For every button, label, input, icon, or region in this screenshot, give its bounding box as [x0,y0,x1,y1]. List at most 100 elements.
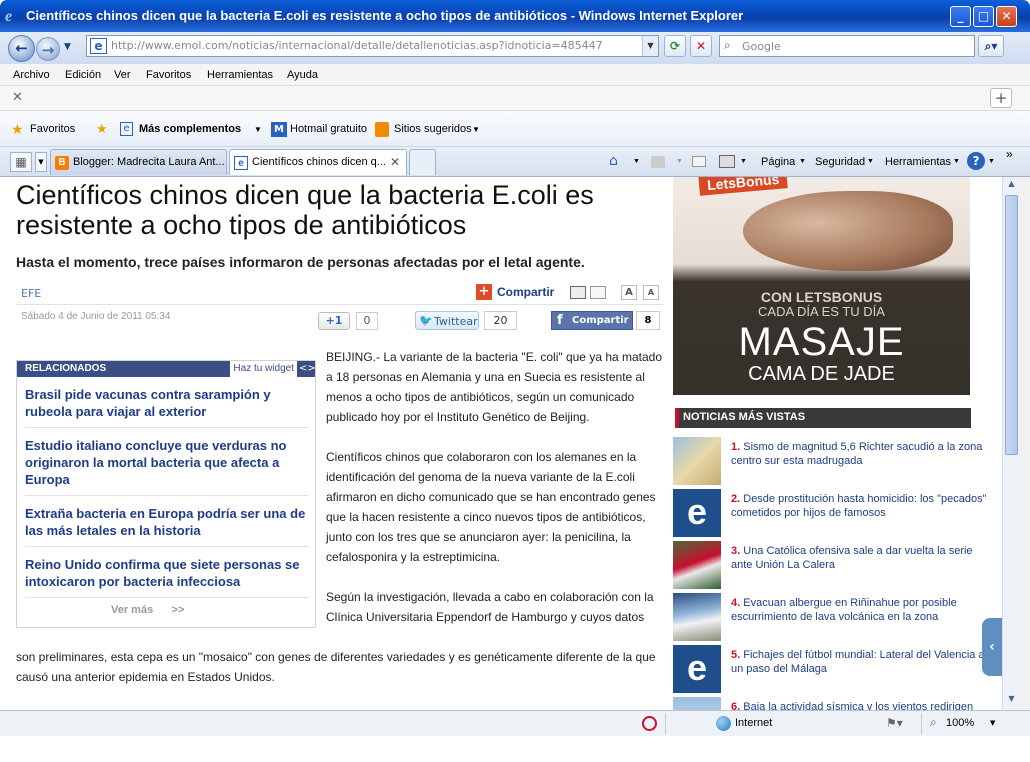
zoom-level[interactable]: 100% [946,717,974,729]
emol-logo-icon: e [673,645,721,693]
paragraph: Según la investigación, llevada a cabo e… [326,590,654,624]
menu-favoritos[interactable]: Favoritos [146,69,191,81]
more-commands-icon[interactable]: » [1006,147,1013,161]
facebook-icon: f [557,313,563,328]
paragraph: BEIJING.- La variante de la bacteria "E.… [326,350,663,424]
related-item[interactable]: Estudio italiano concluye que verduras n… [25,437,309,496]
maximize-button[interactable]: □ [973,6,994,27]
back-button[interactable]: ← [8,35,35,62]
close-toolbar-icon[interactable]: ✕ [12,90,23,105]
news-item[interactable]: 4. Evacuan albergue en Riñinahue por pos… [673,593,993,643]
herramientas-menu[interactable]: Herramientas [885,156,951,168]
recent-pages-dropdown[interactable]: ▼ [64,42,71,52]
search-input[interactable]: Google [742,40,781,53]
tab-active-article[interactable]: e Científicos chinos dicen q... ✕ [229,149,407,175]
news-title: Baja la actividad sísmica y los vientos … [743,701,974,710]
news-rank: 5. [731,649,741,661]
news-item[interactable]: 1. Sismo de magnitud 5,6 Richter sacudió… [673,437,993,487]
search-button[interactable]: ⌕▾ [978,35,1004,57]
address-dropdown[interactable]: ▼ [642,36,658,56]
desktop-area [0,736,1030,762]
news-thumbnail [673,541,721,589]
related-item[interactable]: Reino Unido confirma que siete personas … [25,556,309,598]
refresh-button[interactable]: ⟳ [664,35,686,57]
quick-tabs-icon[interactable]: ▦ [10,152,32,172]
facebook-count: 8 [636,311,660,330]
article-lead: Hasta el momento, trece países informaro… [16,254,585,270]
search-box[interactable]: ⌕ Google [719,35,975,57]
new-tab-button[interactable] [409,149,436,175]
pagina-menu[interactable]: Página [761,156,795,168]
font-increase-icon[interactable]: A [621,285,637,300]
menu-edicion[interactable]: Edición [65,69,101,81]
tab-blogger[interactable]: B Blogger: Madrecita Laura Ant... [50,149,227,175]
add-favorite-icon[interactable]: ★ [96,122,108,137]
side-panel-tab[interactable]: ‹ [982,618,1002,676]
menu-ayuda[interactable]: Ayuda [287,69,318,81]
home-icon[interactable]: ⌂ [609,153,618,169]
mail-icon[interactable] [692,156,706,167]
twitter-count: 20 [484,311,517,330]
news-title: Desde prostitución hasta homicidio: los … [731,493,987,519]
email-icon[interactable] [590,286,606,299]
hotmail-link[interactable]: Hotmail gratuito [290,123,367,135]
menu-archivo[interactable]: Archivo [13,69,50,81]
stop-button[interactable]: ✕ [690,35,712,57]
print-icon[interactable] [570,286,586,299]
ad-line: CAMA DE JADE [748,363,895,385]
news-item[interactable]: e 2. Desde prostitución hasta homicidio:… [673,489,993,539]
security-icon[interactable]: ⚑▾ [886,716,903,730]
menu-herramientas[interactable]: Herramientas [207,69,273,81]
seguridad-menu[interactable]: Seguridad [815,156,865,168]
emol-logo-icon: e [673,489,721,537]
widget-link[interactable]: Haz tu widget [230,361,297,377]
chevron-down-icon[interactable]: ▼ [990,719,995,727]
paragraph: Científicos chinos que colaboraron con l… [326,450,656,564]
news-rank: 1. [731,441,741,453]
mas-complementos-link[interactable]: Más complementos [139,123,241,135]
google-plusone-button[interactable]: +1 [318,312,350,330]
add-icon[interactable]: + [990,88,1012,108]
related-widget: RELACIONADOS Haz tu widget <> Brasil pid… [16,360,316,628]
font-decrease-icon[interactable]: A [643,285,659,300]
related-item[interactable]: Extraña bacteria en Europa podría ser un… [25,505,309,547]
minimize-button[interactable]: _ [950,6,971,27]
ad-brand: LetsBonus [698,177,789,196]
news-item[interactable]: 6. Baja la actividad sísmica y los vient… [673,697,993,710]
print-icon[interactable] [719,155,735,168]
scroll-up-icon[interactable]: ▲ [1005,179,1018,193]
related-item[interactable]: Brasil pide vacunas contra sarampión y r… [25,386,309,428]
forward-button[interactable]: → [36,37,60,61]
tab-list-dropdown[interactable]: ▼ [35,152,47,172]
chevron-down-icon: ▼ [740,158,747,165]
suggested-sites-link[interactable]: Sitios sugeridos [394,123,472,135]
share-plus-icon[interactable]: + [476,284,492,300]
code-icon: <> [299,363,316,374]
twitter-button[interactable]: 🐦 Twittear [415,311,479,330]
news-item[interactable]: 3. Una Católica ofensiva sale a dar vuel… [673,541,993,591]
feeds-icon[interactable] [651,156,665,168]
address-bar[interactable]: e http://www.emol.com/noticias/internaci… [86,35,659,57]
menu-ver[interactable]: Ver [114,69,131,81]
window-frame [1019,177,1030,710]
related-header: RELACIONADOS Haz tu widget <> [17,361,316,377]
help-icon[interactable]: ? [967,152,985,170]
close-tab-icon[interactable]: ✕ [390,155,400,169]
news-item[interactable]: e 5. Fichajes del fútbol mundial: Latera… [673,645,993,695]
news-thumbnail [673,697,721,710]
favorites-button[interactable]: Favoritos [30,123,75,135]
vertical-scrollbar[interactable]: ▲ ▼ [1002,177,1019,710]
close-button[interactable]: ✕ [996,6,1017,27]
advertisement[interactable]: LetsBonus CON LETSBONUS CADA DÍA ES TU D… [673,177,970,395]
facebook-share-button[interactable]: f Compartir [551,311,633,330]
address-input[interactable]: http://www.emol.com/noticias/internacion… [111,39,603,52]
share-link[interactable]: Compartir [497,285,554,299]
paragraph: son preliminares, esta cepa es un "mosai… [16,650,656,684]
see-more-link[interactable]: Ver más >> [111,604,184,616]
facebook-label: Compartir [572,315,629,326]
chevron-down-icon: ▼ [988,158,995,165]
news-rank: 4. [731,597,741,609]
ad-line: CADA DÍA ES TU DÍA [758,304,885,319]
scrollbar-thumb[interactable] [1005,195,1018,455]
scroll-down-icon[interactable]: ▼ [1005,694,1018,708]
